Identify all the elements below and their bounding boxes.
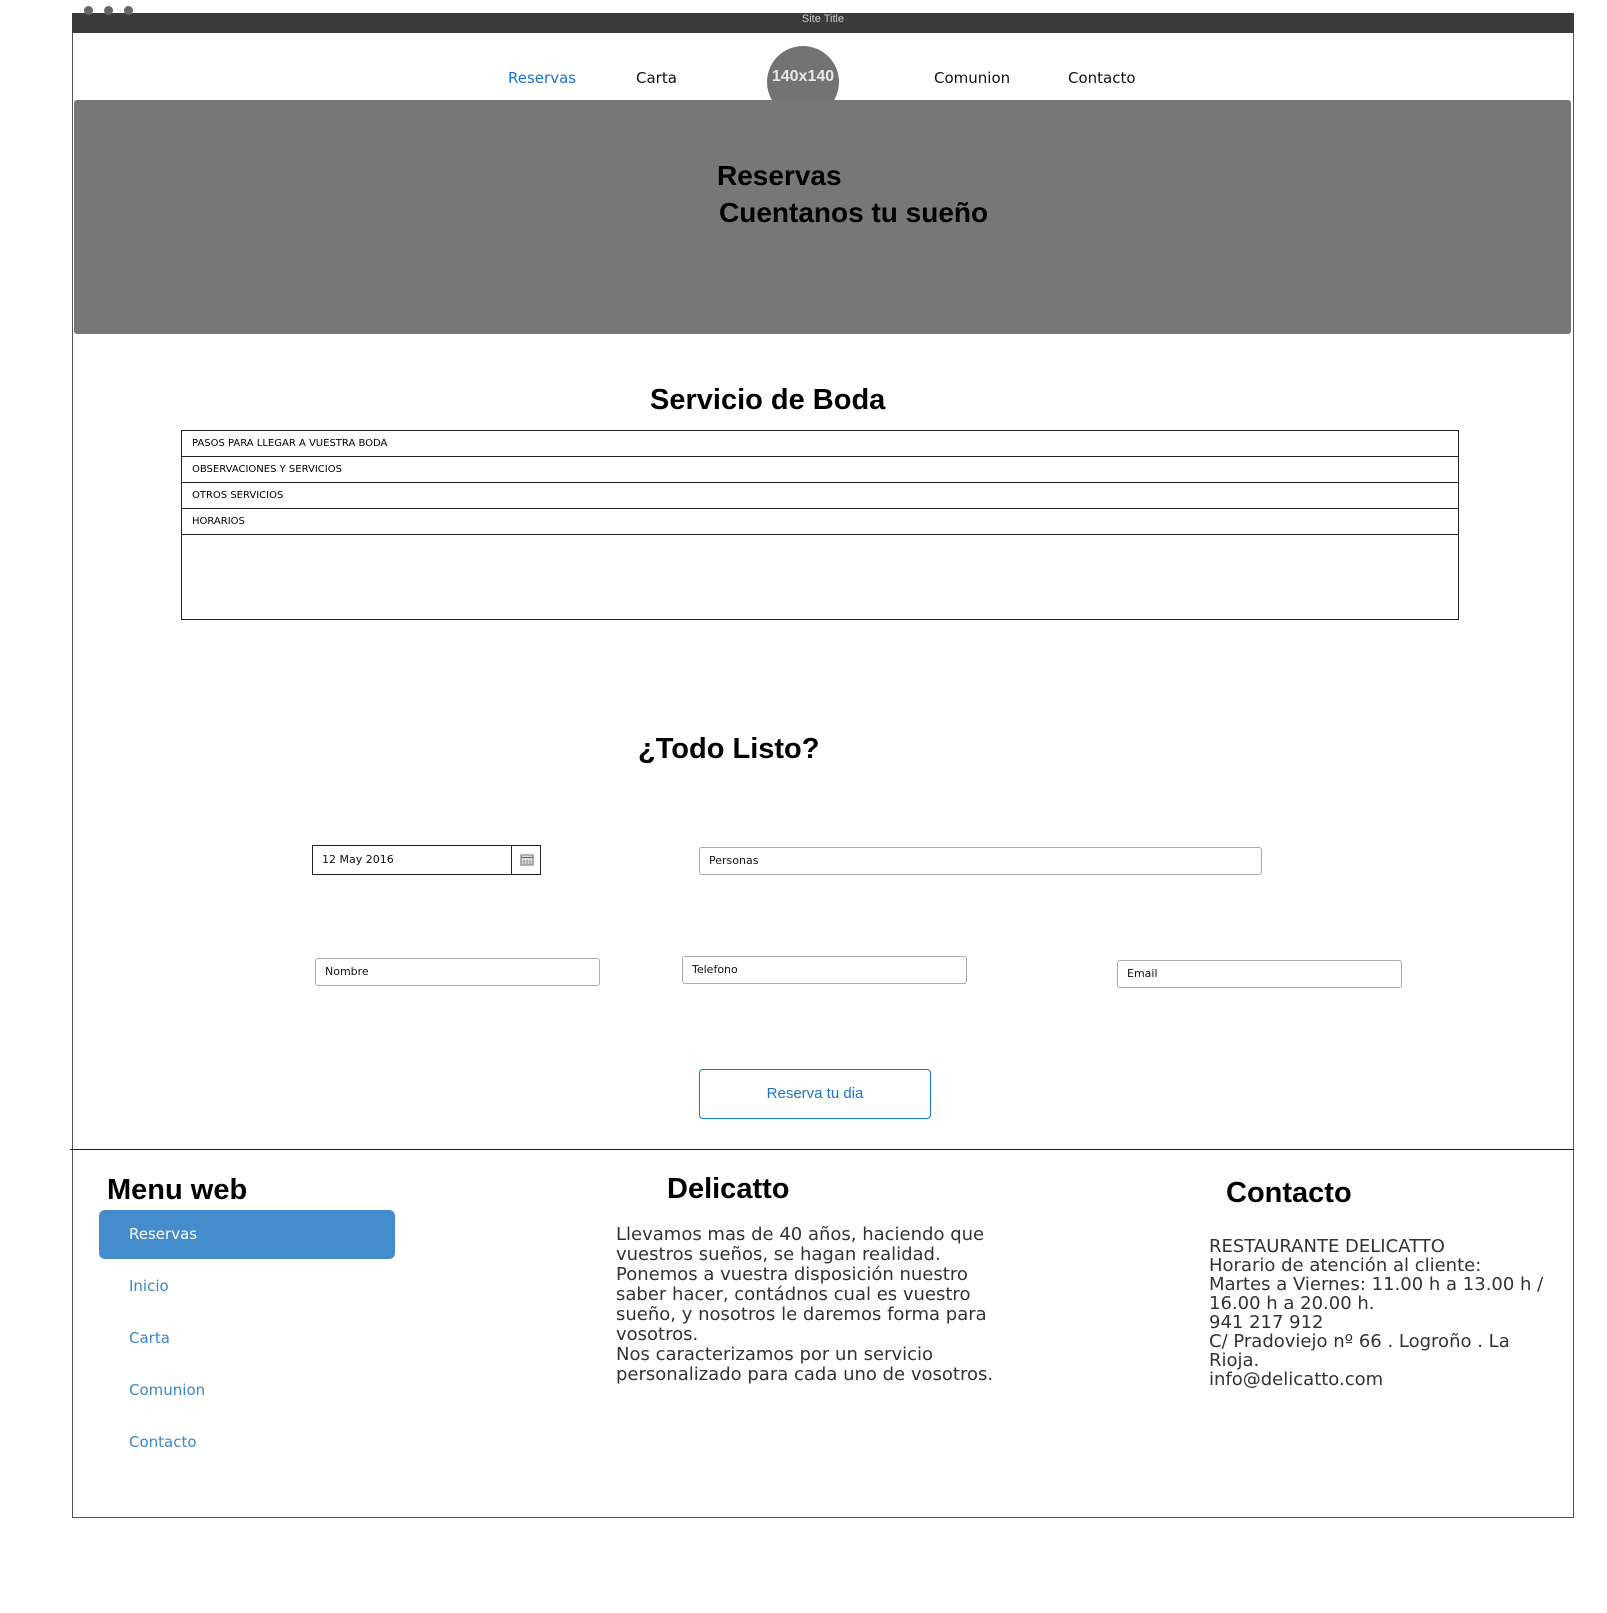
calendar-button[interactable]	[511, 846, 540, 874]
reserve-button[interactable]: Reserva tu dia	[699, 1069, 931, 1119]
about-line: Nos caracterizamos por un servicio	[616, 1344, 934, 1365]
nav-comunion[interactable]: Comunion	[934, 69, 1010, 87]
about-line: Ponemos a vuestra disposición nuestro	[616, 1264, 968, 1285]
phone-input[interactable]: Telefono	[682, 956, 967, 984]
footer-menu-item-inicio[interactable]: Inicio	[99, 1262, 395, 1311]
name-input[interactable]: Nombre	[315, 958, 600, 986]
section-heading-servicio: Servicio de Boda	[650, 384, 886, 416]
accordion-item-otros-servicios[interactable]: OTROS SERVICIOS	[182, 483, 1458, 509]
contact-line: 16.00 h a 20.00 h.	[1209, 1293, 1375, 1314]
accordion-item-pasos[interactable]: PASOS PARA LLEGAR A VUESTRA BODA	[182, 431, 1458, 457]
contact-phone[interactable]: 941 217 912	[1209, 1313, 1543, 1332]
footer-contact-text: RESTAURANTE DELICATTO Horario de atenció…	[1209, 1237, 1543, 1389]
accordion-item-observaciones[interactable]: OBSERVACIONES Y SERVICIOS	[182, 457, 1458, 483]
footer-divider	[70, 1149, 1574, 1150]
email-input[interactable]: Email	[1117, 960, 1402, 988]
about-line: sueño, y nosotros le daremos forma para	[616, 1304, 987, 1325]
people-input[interactable]: Personas	[699, 847, 1262, 875]
footer-menu-item-carta[interactable]: Carta	[99, 1314, 395, 1363]
site-title: Site Title	[801, 13, 845, 25]
contact-line: C/ Pradoviejo nº 66 . Logroño . La	[1209, 1331, 1510, 1352]
footer-menu-heading: Menu web	[107, 1174, 248, 1206]
calendar-icon	[520, 854, 534, 866]
contact-email[interactable]: info@delicatto.com	[1209, 1370, 1543, 1389]
footer-menu-item-contacto[interactable]: Contacto	[99, 1418, 395, 1467]
about-line: saber hacer, contádnos cual es vuestro	[616, 1284, 971, 1305]
footer-menu-item-comunion[interactable]: Comunion	[99, 1366, 395, 1415]
contact-line: Martes a Viernes: 11.00 h a 13.00 h /	[1209, 1274, 1544, 1295]
date-picker[interactable]: 12 May 2016	[312, 845, 541, 875]
footer-contact-heading: Contacto	[1226, 1177, 1352, 1209]
section-heading-todo-listo: ¿Todo Listo?	[638, 733, 820, 765]
hero-title: Reservas	[717, 160, 842, 191]
accordion-item-horarios[interactable]: HORARIOS	[182, 509, 1458, 535]
nav-reservas[interactable]: Reservas	[508, 69, 576, 87]
about-line: personalizado para cada uno de vosotros.	[616, 1364, 994, 1385]
about-line: vuestros sueños, se hagan realidad.	[616, 1244, 941, 1265]
hero-subtitle: Cuentanos tu sueño	[719, 197, 989, 228]
contact-line: Rioja.	[1209, 1350, 1260, 1371]
nav-contacto[interactable]: Contacto	[1068, 69, 1136, 87]
contact-line: Horario de atención al cliente:	[1209, 1255, 1482, 1276]
about-line: vosotros.	[616, 1324, 699, 1345]
nav-carta[interactable]: Carta	[636, 69, 677, 87]
contact-line: RESTAURANTE DELICATTO	[1209, 1236, 1445, 1257]
footer-menu-item-reservas[interactable]: Reservas	[99, 1210, 395, 1259]
footer-about-text: Llevamos mas de 40 años, haciendo que vu…	[616, 1225, 993, 1385]
footer-about-heading: Delicatto	[667, 1173, 790, 1205]
about-line: Llevamos mas de 40 años, haciendo que	[616, 1224, 985, 1245]
date-value: 12 May 2016	[322, 853, 394, 866]
service-accordion: PASOS PARA LLEGAR A VUESTRA BODA OBSERVA…	[181, 430, 1459, 620]
